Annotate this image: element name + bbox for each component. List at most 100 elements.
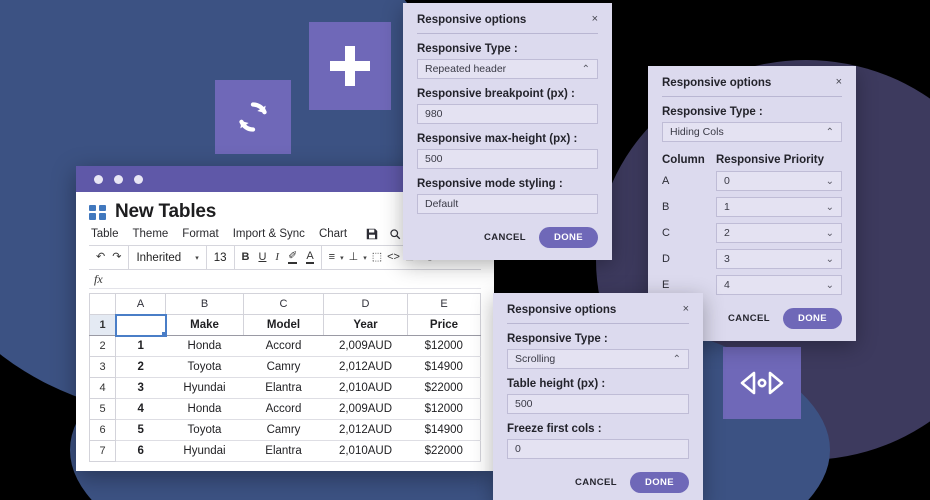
cell-b2[interactable]: Honda [165,335,244,357]
cell-c7[interactable]: Elantra [243,440,324,462]
breakpoint-input[interactable]: 980 [417,104,598,124]
priority-select-b[interactable]: 1 [716,197,842,217]
menu-item-import-sync[interactable]: Import & Sync [233,228,305,240]
cell-a7[interactable]: 6 [115,440,166,462]
cell-c1[interactable]: Model [243,314,324,336]
maxheight-input[interactable]: 500 [417,149,598,169]
cell-d4[interactable]: 2,010AUD [323,377,408,399]
priority-select-e[interactable]: 4 [716,275,842,295]
cell-d6[interactable]: 2,012AUD [323,419,408,441]
search-icon[interactable] [389,228,401,240]
undo-icon[interactable]: ↶ [96,252,105,263]
column-header-d[interactable]: D [323,293,408,315]
responsive-type-select[interactable]: Scrolling [507,349,689,369]
align-button[interactable]: ≡ [329,252,335,263]
cell-b7[interactable]: Hyundai [165,440,244,462]
row-header-6[interactable]: 6 [89,419,116,441]
align-caret-icon[interactable]: ▾ [340,254,344,262]
cancel-button[interactable]: CANCEL [728,313,770,324]
font-size-input[interactable]: 13 [214,252,227,264]
cell-e6[interactable]: $14900 [407,419,481,441]
cell-a5[interactable]: 4 [115,398,166,420]
cell-c6[interactable]: Camry [243,419,324,441]
close-icon[interactable]: × [683,304,689,315]
text-color-button[interactable]: A [306,251,314,264]
spreadsheet-grid[interactable]: A B C D E 1 Make Model Year Price 2 1 Ho… [89,293,481,462]
cell-e2[interactable]: $12000 [407,335,481,357]
responsive-type-select[interactable]: Hiding Cols [662,122,842,142]
responsive-type-select[interactable]: Repeated header [417,59,598,79]
bold-button[interactable]: B [242,252,250,263]
row-header-4[interactable]: 4 [89,377,116,399]
dialog-header: Responsive options × [507,304,689,324]
chevron-down-icon[interactable]: ▾ [195,254,199,262]
plus-tile [309,22,391,110]
window-dot-close[interactable] [94,174,103,184]
save-icon[interactable] [366,228,378,240]
cell-b4[interactable]: Hyundai [165,377,244,399]
row-header-7[interactable]: 7 [89,440,116,462]
cell-c2[interactable]: Accord [243,335,324,357]
cell-b5[interactable]: Honda [165,398,244,420]
close-icon[interactable]: × [592,14,598,25]
column-header-a[interactable]: A [115,293,166,315]
cell-b6[interactable]: Toyota [165,419,244,441]
menu-item-table[interactable]: Table [91,228,119,240]
mode-styling-input[interactable]: Default [417,194,598,214]
cell-d3[interactable]: 2,012AUD [323,356,408,378]
code-button[interactable]: <> [387,252,400,263]
cell-a3[interactable]: 2 [115,356,166,378]
menu-item-chart[interactable]: Chart [319,228,347,240]
table-height-input[interactable]: 500 [507,394,689,414]
cell-d1[interactable]: Year [323,314,408,336]
font-family-select[interactable]: Inherited [136,252,181,264]
cancel-button[interactable]: CANCEL [484,232,526,243]
window-dot-maximize[interactable] [134,174,143,184]
cell-a4[interactable]: 3 [115,377,166,399]
row-header-3[interactable]: 3 [89,356,116,378]
window-dot-minimize[interactable] [114,174,123,184]
priority-select-a[interactable]: 0 [716,171,842,191]
cell-a6[interactable]: 5 [115,419,166,441]
priority-select-d[interactable]: 3 [716,249,842,269]
done-button[interactable]: DONE [782,308,842,329]
valign-caret-icon[interactable]: ▾ [363,254,367,262]
merge-cells-button[interactable]: ⬚ [372,252,382,263]
redo-icon[interactable]: ↷ [112,252,121,263]
valign-button[interactable]: ⊥ [349,252,359,263]
row-header-5[interactable]: 5 [89,398,116,420]
cell-d5[interactable]: 2,009AUD [323,398,408,420]
menu-item-format[interactable]: Format [182,228,218,240]
cell-e1[interactable]: Price [407,314,481,336]
cancel-button[interactable]: CANCEL [575,477,617,488]
cell-e4[interactable]: $22000 [407,377,481,399]
cell-e3[interactable]: $14900 [407,356,481,378]
column-header-c[interactable]: C [243,293,324,315]
fill-color-button[interactable]: ✐ [288,251,298,264]
column-header-b[interactable]: B [165,293,244,315]
cell-d2[interactable]: 2,009AUD [323,335,408,357]
row-header-1[interactable]: 1 [89,314,116,336]
cell-c3[interactable]: Camry [243,356,324,378]
cell-c5[interactable]: Accord [243,398,324,420]
row-header-2[interactable]: 2 [89,335,116,357]
cell-d7[interactable]: 2,010AUD [323,440,408,462]
column-header-e[interactable]: E [407,293,481,315]
done-button[interactable]: DONE [538,227,598,248]
cell-e7[interactable]: $22000 [407,440,481,462]
formula-bar[interactable]: fx [89,270,481,289]
list-item: E 4 [662,275,842,295]
cell-c4[interactable]: Elantra [243,377,324,399]
cell-e5[interactable]: $12000 [407,398,481,420]
freeze-cols-input[interactable]: 0 [507,439,689,459]
cell-a2[interactable]: 1 [115,335,166,357]
italic-button[interactable]: I [275,252,279,263]
cell-a1[interactable] [114,313,168,338]
cell-b3[interactable]: Toyota [165,356,244,378]
cell-b1[interactable]: Make [165,314,244,336]
menu-item-theme[interactable]: Theme [133,228,169,240]
done-button[interactable]: DONE [629,472,689,493]
close-icon[interactable]: × [836,77,842,88]
underline-button[interactable]: U [258,252,266,263]
priority-select-c[interactable]: 2 [716,223,842,243]
